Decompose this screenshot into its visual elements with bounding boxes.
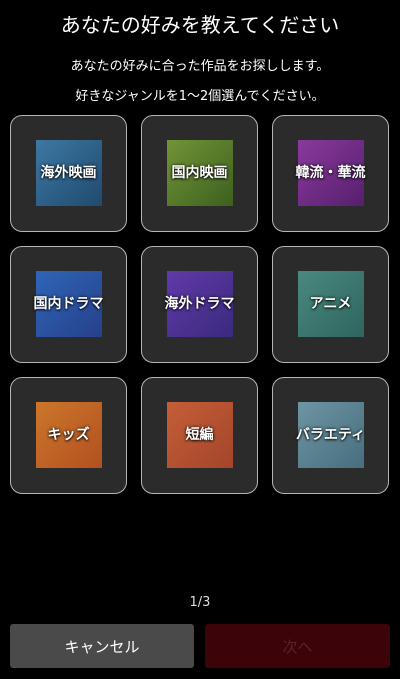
genre-label: 海外映画 (40, 165, 97, 181)
cancel-button-label: キャンセル (64, 637, 140, 656)
genre-tile-overseas-movies[interactable]: 海外映画 (10, 115, 127, 232)
genre-grid: 海外映画 国内映画 韓流・華流 国内ドラマ 海外ドラマ アニメ キッズ 短編 バ… (10, 115, 390, 494)
page-description: あなたの好みに合った作品をお探しします。 (70, 59, 330, 74)
genre-tile-domestic-drama[interactable]: 国内ドラマ (10, 246, 127, 363)
genre-tile-korean-chinese[interactable]: 韓流・華流 (272, 115, 389, 232)
next-button[interactable]: 次へ (205, 624, 390, 668)
genre-tile-short[interactable]: 短編 (141, 377, 258, 494)
genre-tile-domestic-movies[interactable]: 国内映画 (141, 115, 258, 232)
genre-tile-kids[interactable]: キッズ (10, 377, 127, 494)
page-instruction: 好きなジャンルを1〜2個選んでください。 (75, 89, 325, 104)
cancel-button[interactable]: キャンセル (10, 624, 194, 668)
genre-tile-overseas-drama[interactable]: 海外ドラマ (141, 246, 258, 363)
genre-label: キッズ (47, 427, 90, 443)
genre-label: 国内映画 (171, 165, 228, 181)
genre-tile-variety[interactable]: バラエティ (272, 377, 389, 494)
genre-label: 短編 (185, 427, 214, 443)
genre-label: 韓流・華流 (295, 165, 366, 181)
genre-label: バラエティ (295, 427, 366, 443)
page-indicator: 1/3 (189, 595, 211, 610)
page-title: あなたの好みを教えてください (60, 13, 340, 37)
genre-label: 国内ドラマ (33, 296, 104, 312)
genre-label: アニメ (309, 296, 352, 312)
genre-tile-anime[interactable]: アニメ (272, 246, 389, 363)
next-button-label: 次へ (282, 637, 313, 656)
genre-label: 海外ドラマ (164, 296, 235, 312)
